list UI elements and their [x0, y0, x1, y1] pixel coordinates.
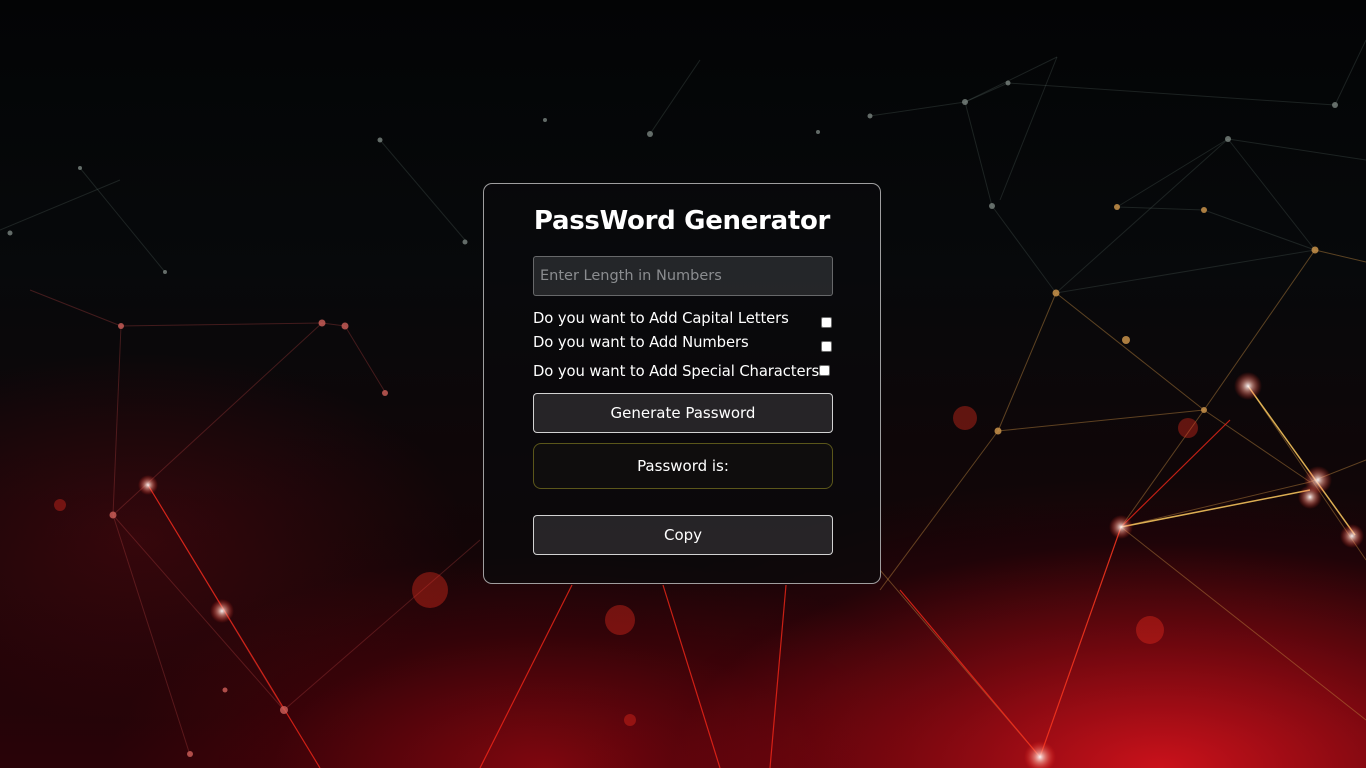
capital-letters-label: Do you want to Add Capital Letters [533, 310, 789, 327]
numbers-label: Do you want to Add Numbers [533, 334, 749, 351]
numbers-checkbox[interactable] [821, 341, 832, 352]
generate-password-button[interactable]: Generate Password [533, 393, 833, 433]
page-title: PassWord Generator [533, 206, 831, 236]
copy-button[interactable]: Copy [533, 515, 833, 555]
special-characters-label: Do you want to Add Special Characters [533, 363, 820, 380]
password-result: Password is: [533, 443, 833, 489]
capital-letters-checkbox[interactable] [821, 317, 832, 328]
special-characters-checkbox[interactable] [819, 365, 830, 376]
password-generator-panel: PassWord Generator Do you want to Add Ca… [483, 183, 881, 584]
length-input[interactable] [533, 256, 833, 296]
